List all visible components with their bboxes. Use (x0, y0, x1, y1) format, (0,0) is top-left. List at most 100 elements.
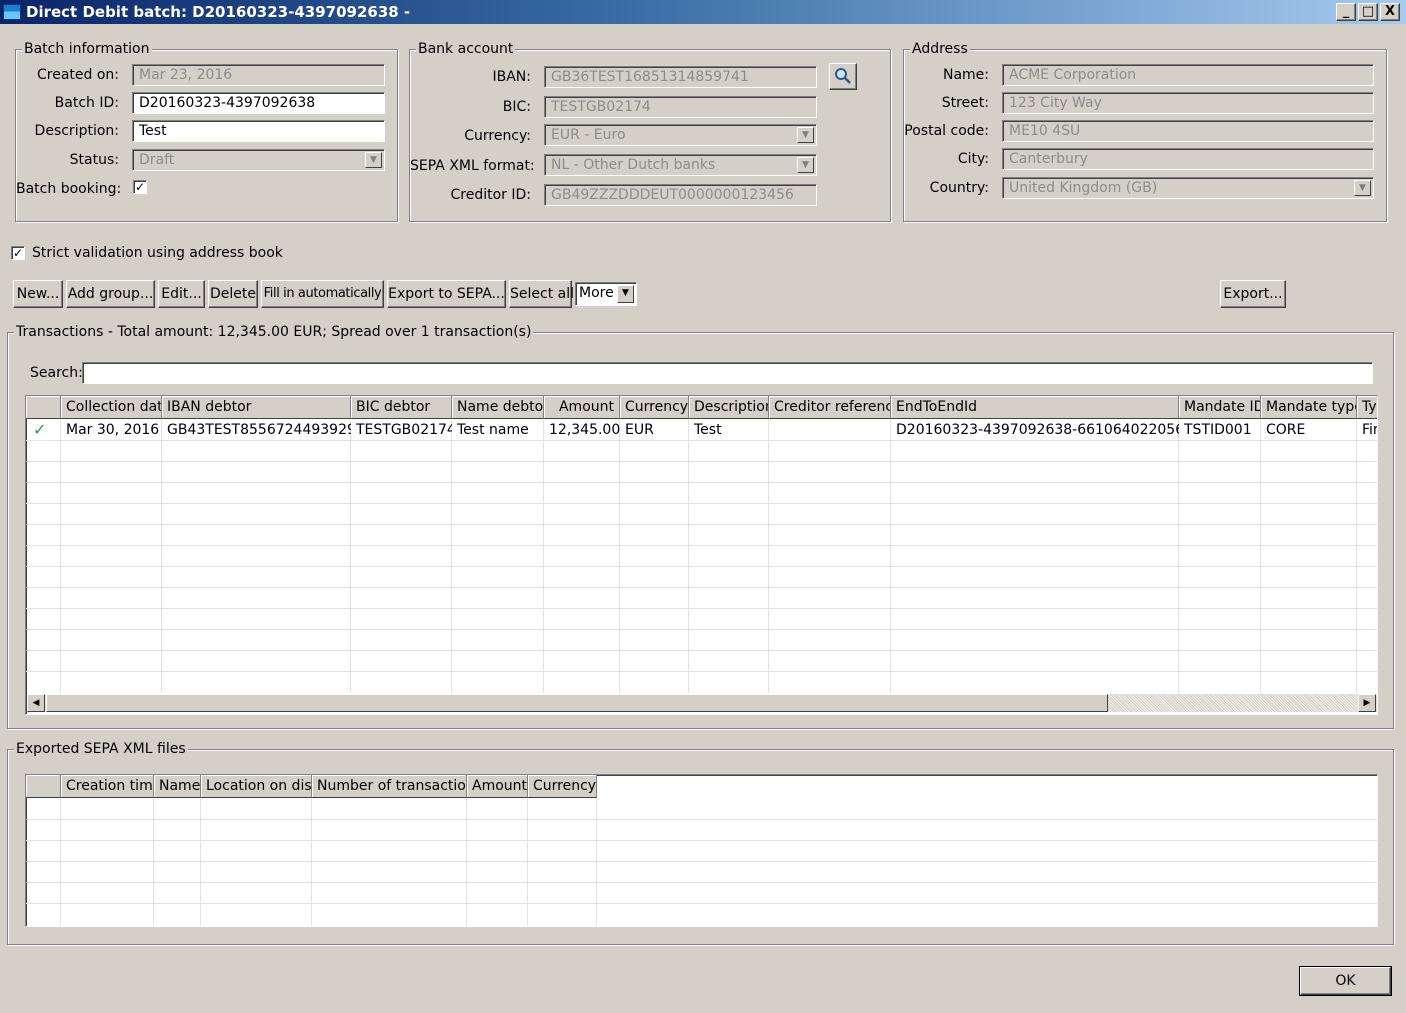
batch-id-field[interactable]: D20160323-4397092638 (132, 92, 385, 114)
description-label: Description: (34, 123, 119, 139)
delete-button[interactable]: Delete (208, 280, 258, 308)
cell-endtoendid: D20160323-4397092638-66106402205672 (896, 422, 1179, 438)
scroll-left-icon[interactable]: ◀ (27, 694, 45, 712)
column-header-number-of-transactions[interactable]: Number of transactions (312, 775, 467, 798)
fill-automatically-button[interactable]: Fill in automatically (261, 280, 384, 308)
cell-description: Test (694, 422, 722, 438)
batch-id-label: Batch ID: (54, 95, 119, 111)
cell-mandate-type: CORE (1266, 422, 1306, 438)
column-header-creation-time[interactable]: Creation time (61, 775, 154, 798)
country-label: Country: (929, 180, 989, 196)
chevron-down-icon[interactable]: ▼ (797, 127, 814, 143)
cell-creditor-reference (769, 420, 891, 440)
chevron-down-icon[interactable]: ▼ (365, 152, 382, 168)
status-label: Status: (69, 152, 119, 168)
iban-field[interactable]: GB36TEST16851314859741 (544, 66, 817, 88)
sepa-format-value: NL - Other Dutch banks (551, 157, 716, 173)
valid-check-icon: ✓ (33, 420, 47, 439)
country-value: United Kingdom (GB) (1009, 180, 1158, 196)
close-button[interactable]: X (1380, 3, 1400, 21)
postal-code-label: Postal code: (904, 123, 989, 139)
column-header-location[interactable]: Location on disk (201, 775, 312, 798)
cell-bic-debtor: TESTGB02174 (356, 422, 452, 438)
more-value: More (579, 285, 614, 301)
column-header-mandate-id[interactable]: Mandate ID (1179, 396, 1261, 419)
ok-button[interactable]: OK (1300, 967, 1391, 995)
street-field[interactable]: 123 City Way (1002, 92, 1374, 114)
strict-validation-label[interactable]: Strict validation using address book (32, 243, 283, 263)
description-field[interactable]: Test (132, 120, 385, 142)
city-field[interactable]: Canterbury (1002, 148, 1374, 170)
column-header-iban-debtor[interactable]: IBAN debtor (162, 396, 351, 419)
chevron-down-icon[interactable]: ▼ (797, 157, 814, 173)
country-combo[interactable]: United Kingdom (GB) ▼ (1002, 177, 1374, 199)
cell-currency: EUR (625, 422, 654, 438)
creditor-id-field[interactable]: GB49ZZZDDDEUT0000000123456 (544, 184, 817, 206)
cell-collection-date: Mar 30, 2016 (66, 422, 160, 438)
column-header-name-debtor[interactable]: Name debtor (452, 396, 544, 419)
column-header-description[interactable]: Description (689, 396, 769, 419)
select-all-button[interactable]: Select all (509, 280, 574, 308)
iban-label: IBAN: (492, 69, 532, 85)
column-header-name[interactable]: Name (154, 775, 201, 798)
status-combo[interactable]: Draft ▼ (132, 149, 385, 171)
column-header-endtoendid[interactable]: EndToEndId (891, 396, 1179, 419)
strict-validation-checkbox[interactable]: ✓ (11, 246, 25, 260)
currency-combo[interactable]: EUR - Euro ▼ (544, 124, 817, 146)
cell-type: Fir (1362, 422, 1378, 438)
bic-label: BIC: (502, 99, 531, 115)
created-on-label: Created on: (36, 67, 119, 83)
cell-iban-debtor: GB43TEST85567244939297 (167, 422, 351, 438)
add-group-button[interactable]: Add group... (66, 280, 155, 308)
export-to-sepa-button[interactable]: Export to SEPA... (387, 280, 506, 308)
window-title: Direct Debit batch: D20160323-4397092638… (26, 3, 411, 21)
column-header-blank[interactable] (26, 775, 61, 798)
edit-button[interactable]: Edit... (158, 280, 205, 308)
search-input[interactable] (82, 362, 1373, 384)
sepa-format-label: SEPA XML format: (410, 158, 535, 174)
currency-label: Currency: (464, 128, 531, 144)
cell-name-debtor: Test name (457, 422, 529, 438)
export-button[interactable]: Export... (1220, 280, 1286, 308)
exported-files-table: Creation time Name Location on disk Numb… (25, 774, 1378, 927)
address-legend: Address (910, 41, 970, 57)
transactions-legend: Transactions - Total amount: 12,345.00 E… (14, 324, 534, 340)
scrollbar-thumb[interactable] (46, 694, 1108, 712)
more-combo[interactable]: More ▼ (575, 282, 637, 306)
transactions-table: Collection date IBAN debtor BIC debtor N… (25, 395, 1378, 715)
created-on-field[interactable]: Mar 23, 2016 (132, 64, 385, 86)
bank-account-legend: Bank account (416, 41, 516, 57)
batch-booking-label: Batch booking: (16, 181, 122, 197)
column-header-amount[interactable]: Amount (467, 775, 528, 798)
chevron-down-icon[interactable]: ▼ (617, 285, 634, 303)
column-header-collection-date[interactable]: Collection date (61, 396, 162, 419)
column-header-creditor-reference[interactable]: Creditor reference (769, 396, 891, 419)
scroll-right-icon[interactable]: ▶ (1358, 694, 1376, 712)
iban-lookup-button[interactable] (829, 63, 857, 90)
street-label: Street: (941, 95, 989, 111)
column-header-type[interactable]: Ty (1357, 396, 1377, 419)
horizontal-scrollbar[interactable]: ◀ ▶ (27, 694, 1377, 712)
search-label: Search: (30, 365, 83, 381)
column-header-mandate-type[interactable]: Mandate type (1261, 396, 1357, 419)
column-header-amount[interactable]: Amount (544, 396, 620, 419)
sepa-format-combo[interactable]: NL - Other Dutch banks ▼ (544, 154, 817, 176)
title-bar: Direct Debit batch: D20160323-4397092638… (0, 0, 1406, 24)
status-value: Draft (139, 152, 175, 168)
column-header-currency[interactable]: Currency (620, 396, 689, 419)
column-header-bic-debtor[interactable]: BIC debtor (351, 396, 452, 419)
minimize-button[interactable]: _ (1336, 3, 1356, 21)
chevron-down-icon[interactable]: ▼ (1354, 180, 1371, 196)
name-field[interactable]: ACME Corporation (1002, 64, 1374, 86)
name-label: Name: (942, 67, 989, 83)
city-label: City: (957, 151, 989, 167)
creditor-id-label: Creditor ID: (450, 187, 532, 203)
column-header-currency[interactable]: Currency (528, 775, 597, 798)
app-icon (3, 4, 21, 20)
column-header-status[interactable] (26, 396, 61, 419)
maximize-button[interactable]: □ (1358, 3, 1378, 21)
bic-field[interactable]: TESTGB02174 (544, 96, 817, 118)
postal-code-field[interactable]: ME10 4SU (1002, 120, 1374, 142)
batch-booking-checkbox[interactable]: ✓ (133, 180, 147, 194)
new-button[interactable]: New... (13, 280, 63, 308)
